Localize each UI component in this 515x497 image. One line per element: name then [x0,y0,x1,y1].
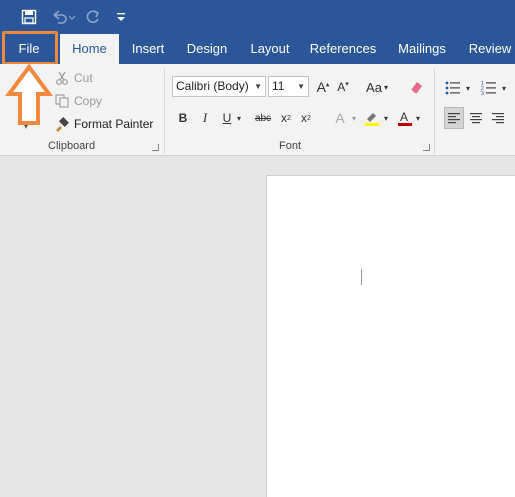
group-separator [164,68,165,154]
eraser-icon [410,82,422,94]
text-effects-button[interactable]: A [330,108,350,128]
font-color-dropdown[interactable]: ▾ [414,108,422,128]
underline-button[interactable]: U [220,108,234,128]
ribbon-tabs: File Home Insert Design Layout Reference… [0,34,515,64]
text-effects-dropdown[interactable]: ▾ [350,108,358,128]
align-right-button[interactable] [489,108,507,128]
file-tab-highlight [2,31,58,65]
change-case-label: Aa [366,79,382,95]
format-painter-label: Format Painter [74,117,154,131]
chevron-down-icon: ▼ [297,82,305,91]
numbering-icon: 123 [481,81,496,95]
underline-dropdown[interactable]: ▾ [234,108,244,128]
change-case-button[interactable]: Aa ▾ [362,77,392,97]
clipboard-launcher-icon[interactable] [152,144,159,151]
quick-access-toolbar [0,0,515,34]
font-color-button[interactable]: A [396,108,414,128]
font-name-value: Calibri (Body) [176,79,249,93]
grow-font-button[interactable]: A▴ [314,77,332,97]
customize-qat-icon[interactable] [114,7,128,27]
arrow-up-icon [5,64,53,125]
tab-references[interactable]: References [306,34,380,64]
align-right-icon [492,113,504,124]
cut-button[interactable]: Cut [54,70,93,86]
bold-button[interactable]: B [176,108,190,128]
highlighter-icon [365,113,379,126]
strikethrough-button[interactable]: abc [252,108,274,128]
text-effects-icon: A [335,110,345,126]
align-left-icon [448,113,460,124]
italic-button[interactable]: I [198,108,212,128]
subscript-mark: 2 [287,114,291,122]
highlight-button[interactable] [362,108,382,128]
highlight-dropdown[interactable]: ▾ [382,108,390,128]
bullets-icon [445,81,460,95]
text-cursor [361,269,362,285]
superscript-mark: 2 [307,114,311,122]
tab-home[interactable]: Home [60,34,119,64]
undo-icon[interactable] [50,7,76,27]
cut-label: Cut [74,71,93,85]
tab-review[interactable]: Review [462,34,515,64]
chevron-down-icon: ▾ [383,82,388,92]
font-launcher-icon[interactable] [423,144,430,151]
tab-layout[interactable]: Layout [242,34,298,64]
font-size-value: 11 [272,79,285,93]
scissors-icon [54,70,70,86]
svg-text:A: A [400,110,408,124]
font-group-label: Font [279,140,302,152]
group-separator [434,68,435,154]
bullets-button[interactable] [444,78,462,98]
bullets-dropdown[interactable]: ▾ [464,78,472,98]
clipboard-group-label: Clipboard [48,140,96,152]
document-page[interactable] [266,175,515,497]
tab-insert[interactable]: Insert [122,34,174,64]
align-center-icon [470,113,482,124]
font-size-select[interactable]: 11 ▼ [268,76,309,97]
clear-formatting-button[interactable] [406,77,426,97]
font-color-icon: A [398,110,412,126]
numbering-dropdown[interactable]: ▾ [500,78,508,98]
shrink-font-icon: A▾ [337,80,349,94]
align-left-button[interactable] [444,107,464,129]
font-name-select[interactable]: Calibri (Body) ▼ [172,76,266,97]
grow-font-icon: A▴ [316,79,330,95]
subscript-button[interactable]: x2 [278,108,294,128]
chevron-down-icon: ▼ [254,82,262,91]
brush-icon [54,116,70,132]
svg-text:3: 3 [481,91,484,95]
numbering-button[interactable]: 123 [480,78,498,98]
copy-label: Copy [74,94,103,108]
format-painter-button[interactable]: Format Painter [54,116,153,132]
tab-design[interactable]: Design [180,34,234,64]
copy-button[interactable]: Copy [54,93,102,109]
ribbon-home: Cut Copy Format Painter ▾ Clipboard Cali… [0,64,515,156]
superscript-button[interactable]: x2 [298,108,314,128]
copy-icon [54,93,70,109]
align-center-button[interactable] [467,108,485,128]
tab-mailings[interactable]: Mailings [390,34,454,64]
redo-icon[interactable] [84,7,102,27]
save-icon[interactable] [18,7,40,27]
shrink-font-button[interactable]: A▾ [334,77,352,97]
